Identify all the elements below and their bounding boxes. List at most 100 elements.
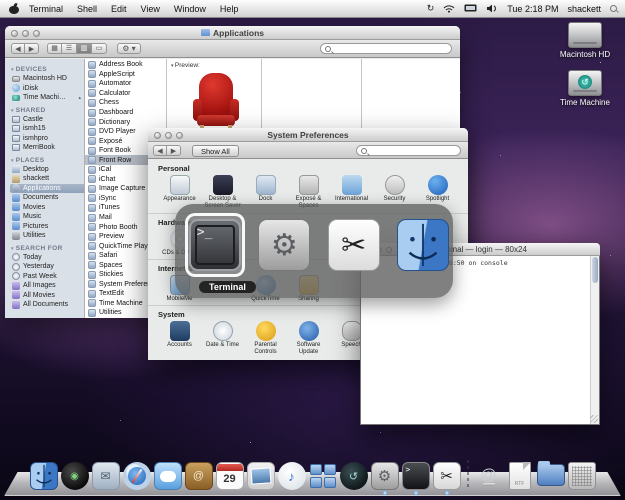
dock-grab-icon[interactable]: ✂ [433,462,461,490]
list-item[interactable]: Chess [85,98,166,108]
list-item[interactable]: AppleScript [85,70,166,80]
pref-pane[interactable]: Software Update [287,321,330,356]
list-item[interactable]: Automator [85,79,166,89]
sidebar-item[interactable]: Past Week▴ [10,272,84,282]
menu-item[interactable]: Window [174,4,206,14]
menu-item[interactable]: View [141,4,160,14]
coverflow-view-button[interactable]: ▭ [92,43,107,54]
dock-trash-icon[interactable] [568,462,596,490]
displays-icon[interactable] [464,4,477,13]
sync-menu-icon[interactable]: ↻ [427,3,435,14]
column-view-button[interactable]: ▥ [77,43,92,54]
airport-icon[interactable] [443,4,455,13]
ical-day-number: 29 [223,471,235,488]
menu-clock[interactable]: Tue 2:18 PM [507,4,558,14]
scrollbar-thumb[interactable] [592,257,598,283]
sidebar-item[interactable]: Today▴ [10,253,84,263]
dock-ichat-icon[interactable] [154,462,182,490]
sidebar-item[interactable]: Utilities▴ [10,231,84,241]
apple-menu-icon[interactable] [9,3,19,14]
sidebar-item[interactable]: All Documents▴ [10,300,84,310]
finder-title-bar[interactable]: Applications [5,26,460,40]
volume-icon[interactable] [486,4,498,13]
sidebar-item[interactable]: Applications▴ [10,184,84,194]
sidebar-item[interactable]: ismhpro▴ [10,134,84,144]
dock-safari-icon[interactable] [123,462,151,490]
zoom-button[interactable] [33,30,40,37]
sidebar-item[interactable]: Time Machi…▴ [10,93,84,103]
back-button[interactable]: ◀ [11,43,25,54]
sidebar-item[interactable]: Documents▴ [10,193,84,203]
sidebar-item[interactable]: Movies▴ [10,203,84,213]
desktop-icon-time-machine[interactable]: Time Machine [553,70,617,107]
sidebar-item[interactable]: MerriBook▴ [10,143,84,153]
close-button[interactable] [11,30,18,37]
dock-system-preferences-icon[interactable]: ⚙ [371,462,399,490]
dock-spaces-icon[interactable] [309,462,337,490]
back-button[interactable]: ◀ [153,145,167,156]
sidebar-item[interactable]: ismh15▴ [10,124,84,134]
menu-item[interactable]: Terminal [29,4,63,14]
sidebar-item[interactable]: Yesterday▴ [10,262,84,272]
spotlight-menu-icon[interactable] [610,5,617,12]
preview-label[interactable]: Preview: [167,59,261,69]
action-gear-button[interactable]: ⚙ ▾ [117,43,141,54]
show-all-button[interactable]: Show All [192,145,239,157]
finder-search-field[interactable] [320,43,452,54]
sidebar-item[interactable]: iDisk▴ [10,84,84,94]
sidebar-item[interactable]: Macintosh HD▴ [10,74,84,84]
sysprefs-title-bar[interactable]: System Preferences [148,128,468,142]
dock-ical-icon[interactable]: 29 [216,462,244,490]
dock-itunes-icon[interactable]: ♪ [278,462,306,490]
sysprefs-search-field[interactable] [356,145,461,156]
dock-preview-icon[interactable] [247,462,275,490]
dock-terminal-icon[interactable]: > [402,462,430,490]
sidebar-item[interactable]: shackett▴ [10,174,84,184]
dock-address-book-icon[interactable]: @ [185,462,213,490]
icon-view-button[interactable]: ▦ [47,43,62,54]
sidebar-item[interactable]: All Images▴ [10,281,84,291]
list-view-button[interactable]: ☰ [62,43,77,54]
desktop-icon-macintosh-hd[interactable]: Macintosh HD [553,22,617,59]
list-item[interactable]: Dictionary [85,117,166,127]
pref-pane[interactable]: Accounts [158,321,201,356]
list-item[interactable]: Calculator [85,89,166,99]
zoom-button[interactable] [176,132,183,139]
dock-time-machine-icon[interactable]: ↺ [340,462,368,490]
switcher-app-system-preferences[interactable]: ⚙ [255,213,314,277]
application-icon [88,223,96,231]
dock-dashboard-icon[interactable]: ◉ [61,462,89,490]
sidebar-section-title: SHARED [11,107,84,114]
sidebar-item[interactable]: Pictures▴ [10,222,84,232]
sidebar-item[interactable]: Music▴ [10,212,84,222]
resize-grip[interactable] [590,415,598,423]
minimize-button[interactable] [22,30,29,37]
pref-pane[interactable]: Parental Controls [244,321,287,356]
switcher-app-terminal[interactable] [185,213,245,277]
dock-folder-icon[interactable] [537,464,565,486]
dock-finder-icon[interactable] [30,462,58,490]
search-icon [361,148,367,154]
dock-document-icon[interactable] [509,462,531,490]
sidebar-item[interactable]: Desktop▴ [10,165,84,175]
minimize-button[interactable] [165,132,172,139]
eject-icon[interactable]: ▴ [78,95,84,101]
switcher-app-grab[interactable]: ✂ [324,213,383,277]
forward-button[interactable]: ▶ [25,43,39,54]
sidebar-item[interactable]: All Movies▴ [10,291,84,301]
pref-pane[interactable]: Date & Time [201,321,244,356]
dock-web-link-icon[interactable]: @ [475,462,503,490]
list-item[interactable]: Dashboard [85,108,166,118]
pfolder-icon [12,282,20,290]
switcher-app-finder[interactable] [394,213,453,277]
sidebar-item[interactable]: Castle▴ [10,115,84,125]
scrollbar[interactable] [590,256,599,424]
menu-item[interactable]: Help [220,4,239,14]
list-item[interactable]: Address Book [85,60,166,70]
forward-button[interactable]: ▶ [167,145,181,156]
menu-user[interactable]: shackett [567,4,601,14]
close-button[interactable] [154,132,161,139]
menu-item[interactable]: Edit [111,4,127,14]
menu-item[interactable]: Shell [77,4,97,14]
dock-mail-icon[interactable]: ✉ [92,462,120,490]
